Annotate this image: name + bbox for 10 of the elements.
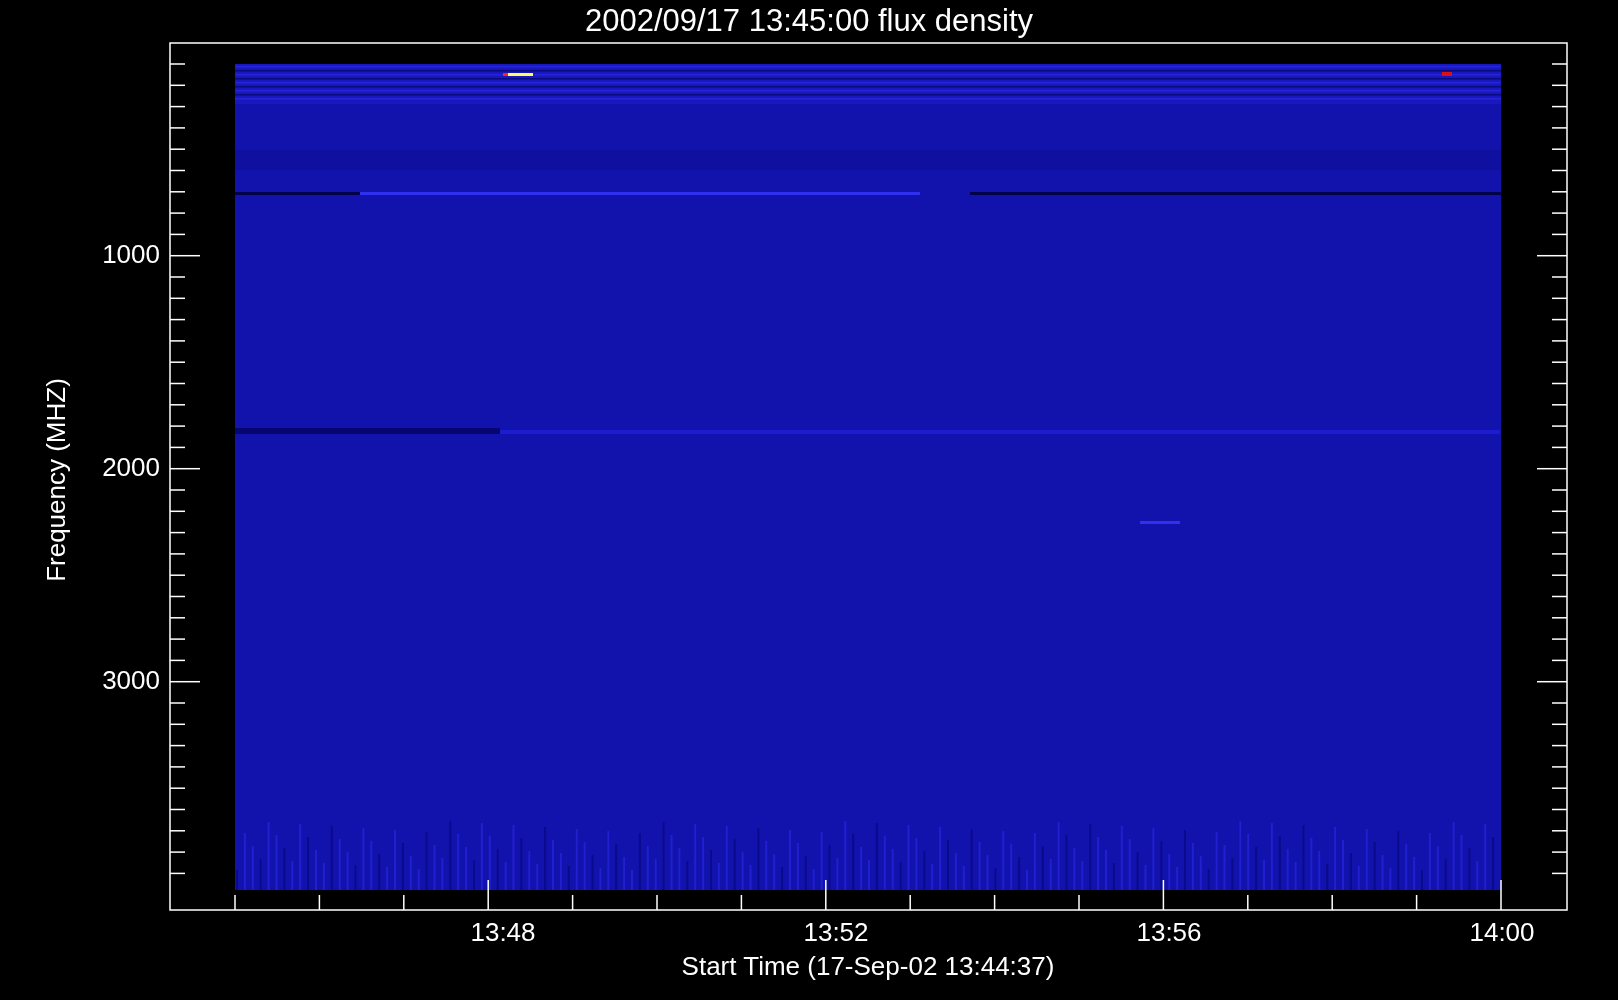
x-tick-label: 13:56: [1136, 917, 1202, 947]
x-tick-label: 13:52: [803, 917, 869, 947]
y-tick-label: 1000: [102, 239, 160, 269]
y-tick-label: 2000: [102, 452, 160, 482]
y-tick-label: 3000: [102, 665, 160, 695]
y-axis-label: Frequency (MHZ): [41, 378, 71, 582]
x-tick-label: 13:48: [470, 917, 536, 947]
chart-title: 2002/09/17 13:45:00 flux density: [584, 2, 1034, 40]
x-axis-label: Start Time (17-Sep-02 13:44:37): [681, 950, 1055, 982]
x-tick-label: 14:00: [1469, 917, 1535, 947]
